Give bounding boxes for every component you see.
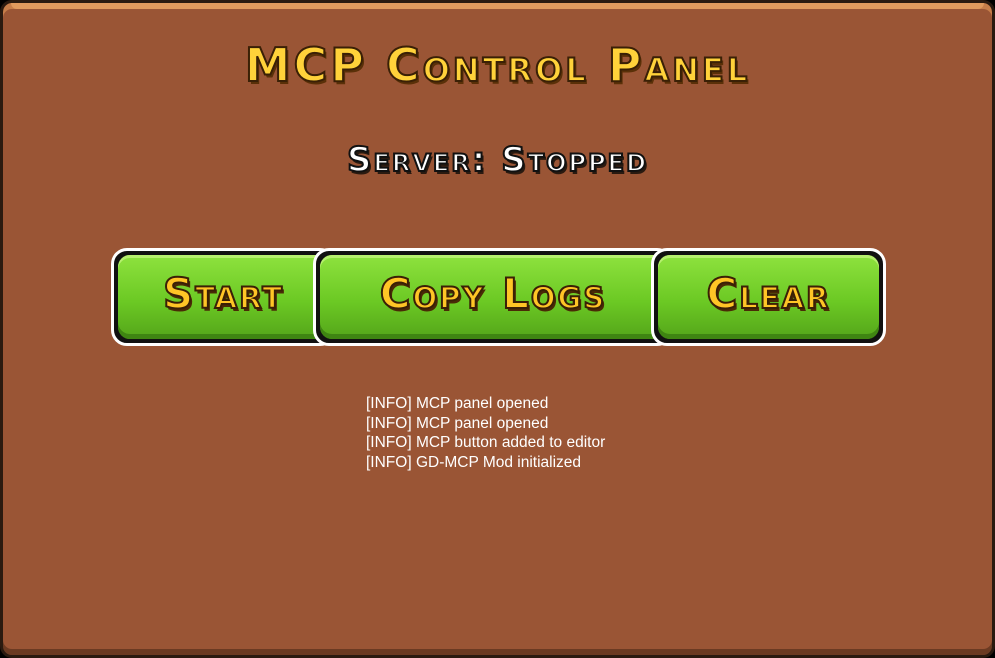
log-line: [INFO] GD-MCP Mod initialized: [366, 453, 582, 471]
log-line: [INFO] MCP panel opened: [366, 414, 549, 432]
server-status: Server: Stopped: [346, 139, 648, 181]
log-line: [INFO] MCP panel opened: [366, 395, 549, 412]
clear-button[interactable]: Clear: [651, 248, 886, 346]
start-button[interactable]: Start: [111, 248, 336, 346]
clear-button-face: Clear: [658, 255, 879, 339]
log-output: [INFO] MCP panel opened [INFO] MCP panel…: [366, 394, 605, 472]
log-line: [INFO] MCP button added to editor: [366, 434, 606, 451]
clear-button-label: Clear: [706, 268, 831, 319]
copy-logs-button-face: Copy Logs: [320, 255, 666, 339]
panel-top-highlight: [11, 3, 984, 9]
copy-logs-button-label: Copy Logs: [379, 268, 607, 319]
start-button-face: Start: [118, 255, 329, 339]
panel-title: MCP Control Panel: [244, 37, 751, 93]
start-button-label: Start: [162, 268, 285, 319]
copy-logs-button[interactable]: Copy Logs: [313, 248, 673, 346]
